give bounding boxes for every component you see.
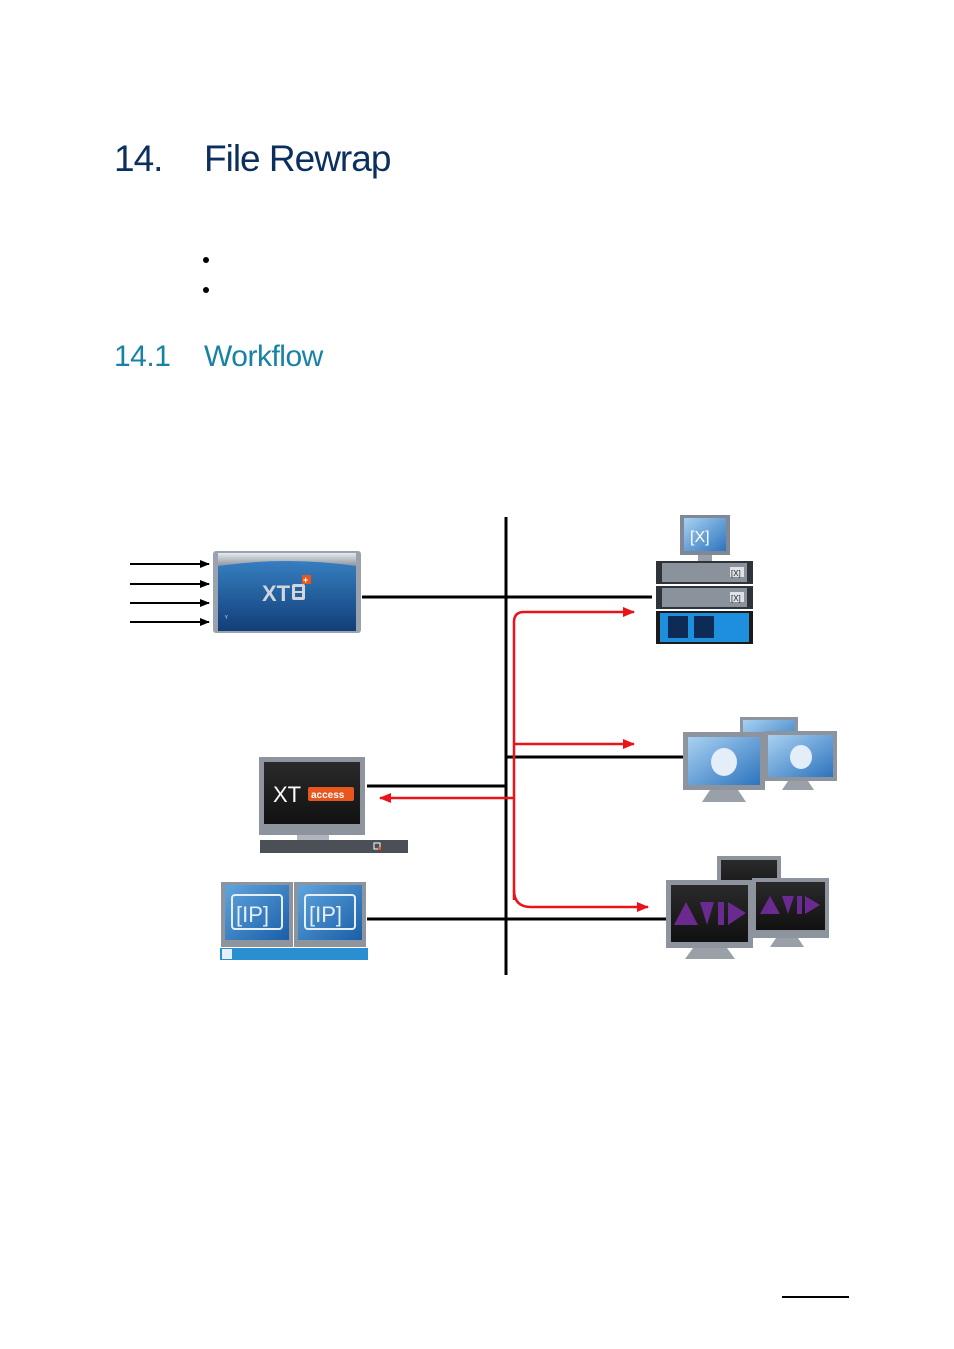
input-arrows — [130, 560, 210, 626]
svg-text:ᵞ: ᵞ — [225, 613, 228, 622]
footer-rule — [782, 1296, 849, 1298]
flow-arrow-avid — [512, 889, 649, 912]
ip-director-icon: [IP] [IP] — [220, 882, 368, 960]
xtaccess-workstation-icon: XT access — [259, 757, 408, 853]
xt2-label: XT — [262, 581, 291, 606]
svg-text:[IP]: [IP] — [309, 902, 342, 927]
avid-workstation-icon — [666, 856, 829, 959]
rewrap-flow — [379, 607, 649, 912]
xfile-server-icon: [X] [X] [X] — [656, 515, 753, 644]
xtaccess-badge: access — [311, 790, 345, 801]
xt2-server-icon: XT + ᵞ — [213, 551, 361, 633]
workflow-diagram: XT + ᵞ [X] [X] [X] XT access [IP] [IP] — [130, 515, 837, 975]
svg-text:[X]: [X] — [731, 594, 741, 603]
xtaccess-label: XT — [273, 782, 301, 807]
apple-workstation-icon — [683, 717, 837, 802]
svg-text:[X]: [X] — [731, 569, 741, 578]
svg-text:[X]: [X] — [690, 529, 710, 546]
svg-text:[IP]: [IP] — [236, 902, 269, 927]
svg-text:+: + — [303, 575, 308, 585]
